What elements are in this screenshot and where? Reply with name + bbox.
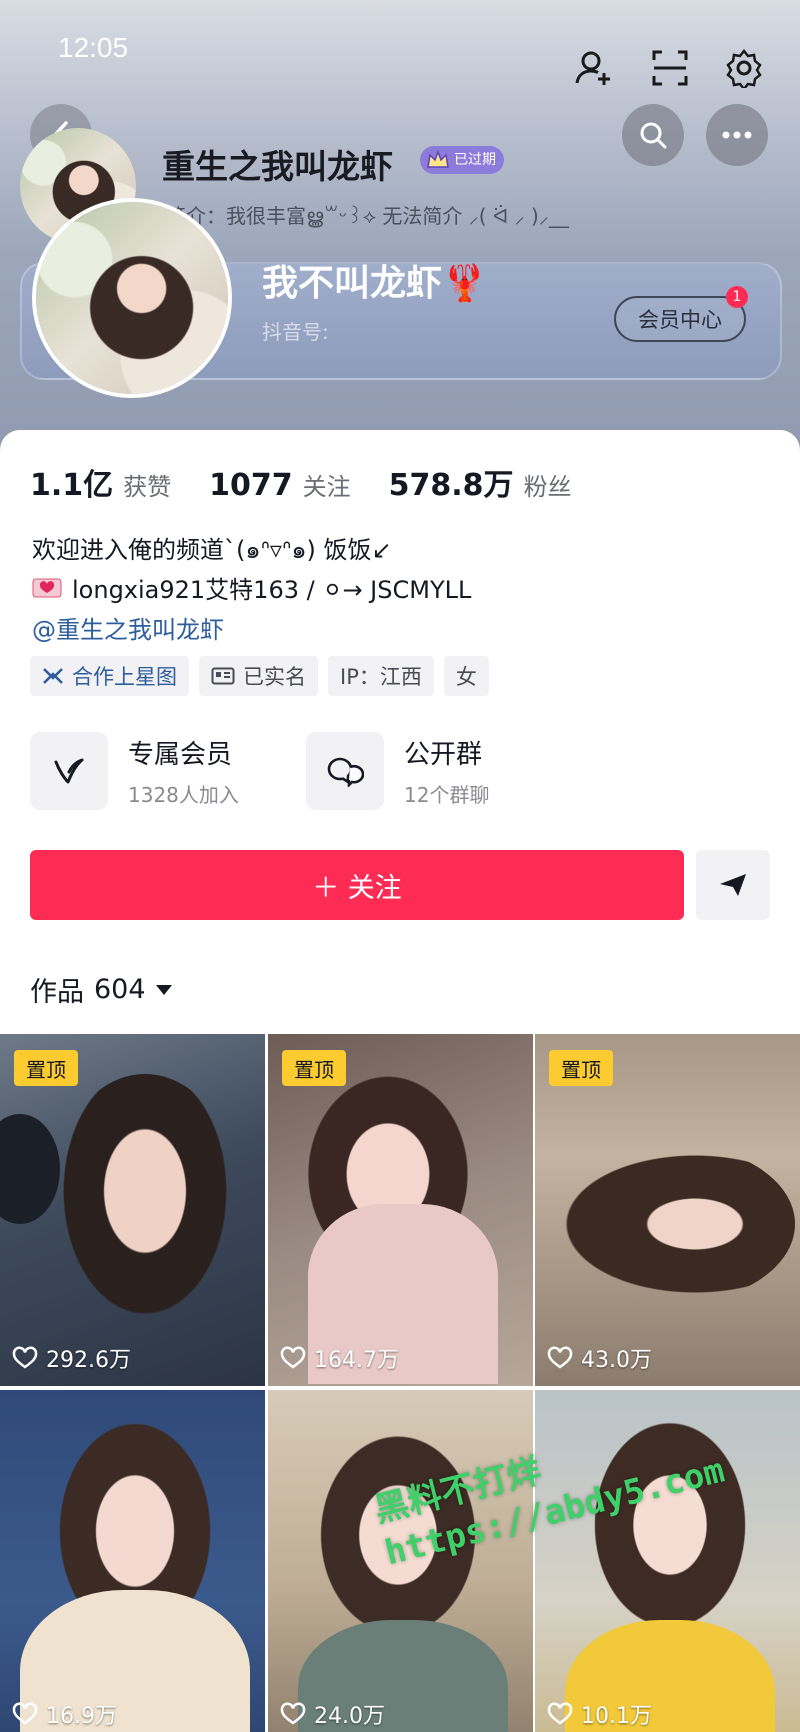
like-count-value: 164.7万 bbox=[314, 1348, 399, 1373]
exclusive-member-title: 专属会员 bbox=[128, 740, 233, 770]
member-center-button[interactable]: 会员中心 bbox=[614, 296, 746, 342]
works-label: 作品 bbox=[30, 977, 84, 1008]
vip-v-icon bbox=[30, 732, 108, 810]
works-count: 604 bbox=[94, 974, 146, 1005]
crown-icon bbox=[427, 149, 449, 168]
like-count: 43.0万 bbox=[547, 1342, 652, 1374]
heart-icon bbox=[547, 1702, 573, 1725]
public-group-title: 公开群 bbox=[404, 740, 483, 770]
like-count: 164.7万 bbox=[280, 1342, 399, 1374]
like-count: 292.6万 bbox=[12, 1342, 131, 1374]
likes-label: 获赞 bbox=[123, 473, 172, 501]
tag-verified: 已实名 bbox=[199, 656, 318, 696]
following-label[interactable]: 关注 bbox=[303, 467, 351, 502]
pinned-badge: 置顶 bbox=[549, 1050, 613, 1086]
scan-icon[interactable] bbox=[642, 40, 698, 96]
heart-icon bbox=[547, 1346, 573, 1369]
bio-mention-link[interactable]: @重生之我叫龙虾 bbox=[32, 610, 224, 645]
pinned-badge: 置顶 bbox=[282, 1050, 346, 1086]
settings-gear-icon[interactable] bbox=[716, 40, 772, 96]
heart-letter-icon bbox=[32, 578, 62, 597]
send-icon bbox=[720, 874, 746, 896]
like-count-value: 292.6万 bbox=[46, 1348, 131, 1373]
video-tile[interactable]: 置顶 43.0万 bbox=[535, 1034, 800, 1386]
mini-intro: 简介：我很丰富ൠ꒳ᵕ꒱⟡ 无法简介 ⸝( ᐛ ⸝ )⸝__ bbox=[166, 204, 569, 228]
bio-line-2: longxia921艾特163 / ⚪→ JSCMYLL bbox=[32, 570, 471, 605]
tag-gender-label: 女 bbox=[455, 665, 477, 689]
mini-nickname: 重生之我叫龙虾 bbox=[162, 147, 393, 186]
tag-star-map[interactable]: 合作上星图 bbox=[30, 656, 189, 696]
member-center-badge: 1 bbox=[726, 286, 748, 308]
bio-line-1: 欢迎进入俺的频道`(๑ᐢ▿ᐢ๑) 饭饭↙ bbox=[32, 536, 392, 564]
likes-count: 1.1亿 bbox=[30, 468, 114, 503]
tag-ip-label: IP：江西 bbox=[340, 665, 422, 689]
like-count-value: 16.9万 bbox=[46, 1704, 117, 1729]
works-tab[interactable]: 作品 604 bbox=[30, 970, 172, 1009]
tag-gender: 女 bbox=[443, 656, 489, 696]
tag-verified-label: 已实名 bbox=[243, 665, 306, 689]
tag-row: 合作上星图 已实名 IP：江西 女 bbox=[30, 656, 489, 696]
profile-header: 12:05 重生之我叫龙虾 已过期 简介：我很丰富ൠ꒳ᵕ꒱⟡ 无法简介 ⸝( ᐛ… bbox=[0, 0, 800, 460]
like-count-value: 43.0万 bbox=[581, 1348, 652, 1373]
group-chat-icon bbox=[306, 732, 384, 810]
share-button[interactable] bbox=[696, 850, 770, 920]
follow-button[interactable]: ＋ 关注 bbox=[30, 850, 684, 920]
like-count: 24.0万 bbox=[280, 1698, 385, 1730]
bio-line-2-text: longxia921艾特163 / ⚪→ JSCMYLL bbox=[72, 576, 472, 604]
triangle-down-icon bbox=[155, 984, 172, 995]
add-friend-icon[interactable] bbox=[566, 40, 622, 96]
followers-label[interactable]: 粉丝 bbox=[524, 467, 572, 502]
douyin-id-label: 抖音号: bbox=[262, 320, 329, 344]
like-count-value: 10.1万 bbox=[581, 1704, 652, 1729]
heart-icon bbox=[12, 1702, 38, 1725]
video-grid: 置顶 292.6万 置顶 164.7万 置顶 43.0万 16.9万 24.0万… bbox=[0, 1034, 800, 1732]
following-count[interactable]: 1077 bbox=[209, 468, 293, 503]
star-map-icon bbox=[43, 668, 63, 684]
heart-icon bbox=[12, 1346, 38, 1369]
more-dots-icon bbox=[722, 131, 752, 139]
status-time: 12:05 bbox=[58, 32, 129, 63]
exclusive-member-count: 1328人加入 bbox=[128, 783, 239, 807]
like-count: 16.9万 bbox=[12, 1698, 117, 1730]
video-tile[interactable]: 置顶 164.7万 bbox=[268, 1034, 533, 1386]
followers-count[interactable]: 578.8万 bbox=[389, 460, 514, 504]
like-count: 10.1万 bbox=[547, 1698, 652, 1730]
member-center-label: 会员中心 bbox=[638, 308, 722, 332]
heart-icon bbox=[280, 1346, 306, 1369]
expired-badge-label: 已过期 bbox=[454, 152, 496, 168]
avatar[interactable] bbox=[32, 198, 232, 398]
public-group-entry[interactable]: 公开群 12个群聊 bbox=[306, 732, 489, 810]
tag-star-map-label: 合作上星图 bbox=[72, 665, 177, 689]
nickname: 我不叫龙虾🦞 bbox=[262, 263, 487, 304]
id-card-icon bbox=[211, 667, 235, 685]
more-button[interactable] bbox=[706, 104, 768, 166]
video-tile[interactable]: 16.9万 bbox=[0, 1390, 265, 1732]
tag-ip: IP：江西 bbox=[328, 656, 434, 696]
video-tile[interactable]: 置顶 292.6万 bbox=[0, 1034, 265, 1386]
vip-expired-badge: 已过期 bbox=[420, 146, 504, 174]
like-count-value: 24.0万 bbox=[314, 1704, 385, 1729]
exclusive-member-entry[interactable]: 专属会员 1328人加入 bbox=[30, 732, 239, 810]
public-group-count: 12个群聊 bbox=[404, 783, 490, 807]
search-icon bbox=[640, 122, 667, 149]
pinned-badge: 置顶 bbox=[14, 1050, 78, 1086]
search-button[interactable] bbox=[622, 104, 684, 166]
heart-icon bbox=[280, 1702, 306, 1725]
stats-row: 1.1亿 获赞 1077 关注 578.8万 粉丝 bbox=[30, 460, 610, 504]
